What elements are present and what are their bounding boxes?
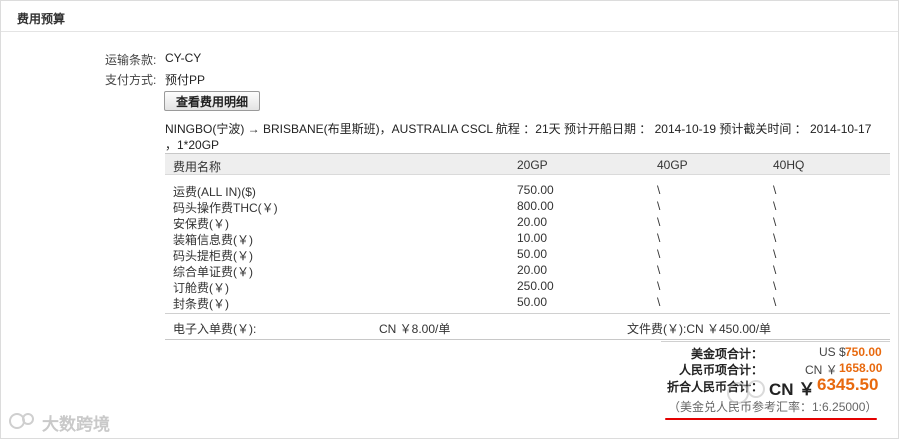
fee-20gp: 750.00 [517, 183, 554, 197]
totals-divider [661, 341, 890, 342]
view-fee-details-button[interactable]: 查看费用明细 [164, 91, 260, 111]
fee-40gp: \ [657, 279, 661, 293]
fee-40gp: \ [657, 247, 661, 261]
fee-40gp: \ [657, 199, 661, 213]
transport-terms-label: 运输条款: [105, 53, 157, 67]
payment-method-value: 预付PP [165, 73, 206, 87]
fee-budget-panel: 费用预算 运输条款: CY-CY 支付方式: 预付PP 查看费用明细 NINGB… [0, 0, 899, 439]
fee-table: 费用名称 20GP 40GP 40HQ 运费(ALL IN)($) 750.00… [165, 153, 890, 314]
fee-40hq: \ [773, 263, 777, 277]
fee-20gp: 20.00 [517, 215, 548, 229]
fee-20gp: 10.00 [517, 231, 548, 245]
header-40hq: 40HQ [773, 158, 805, 172]
header-fee-name: 费用名称 [173, 160, 222, 174]
panel-title: 费用预算 [17, 12, 66, 26]
red-highlight-underline [665, 418, 877, 420]
fee-40hq: \ [773, 215, 777, 229]
fee-40gp: \ [657, 183, 661, 197]
payment-method-label: 支付方式: [105, 73, 157, 87]
table-row: 码头提柜费(￥) 50.00 \ \ [165, 246, 890, 263]
fee-20gp: 50.00 [517, 247, 548, 261]
fee-40hq: \ [773, 231, 777, 245]
table-row: 封条费(￥) 50.00 \ \ [165, 294, 890, 311]
fee-40gp: \ [657, 295, 661, 309]
header-40gp: 40GP [657, 158, 688, 172]
table-row: 订舱费(￥) 250.00 \ \ [165, 278, 890, 295]
einput-fee-value: CN ￥8.00/单 [379, 322, 451, 336]
table-row: 安保费(￥) 20.00 \ \ [165, 214, 890, 231]
table-row: 装箱信息费(￥) 10.00 \ \ [165, 230, 890, 247]
fee-40hq: \ [773, 247, 777, 261]
fee-name: 封条费(￥) [173, 297, 229, 311]
header-20gp: 20GP [517, 158, 548, 172]
usd-total-label: 美金项合计： [691, 347, 764, 361]
fee-40gp: \ [657, 215, 661, 229]
transport-terms-value: CY-CY [165, 51, 202, 65]
extra-fees-row: 电子入单费(￥): CN ￥8.00/单 文件费(￥):CN ￥450.00/单 [165, 319, 890, 340]
watermark-logo-icon [9, 413, 34, 429]
fee-20gp: 20.00 [517, 263, 548, 277]
fee-40gp: \ [657, 231, 661, 245]
fee-20gp: 250.00 [517, 279, 554, 293]
einput-fee-label: 电子入单费(￥): [173, 322, 257, 336]
usd-total-currency: US $ [819, 345, 846, 359]
table-row: 运费(ALL IN)($) 750.00 \ \ [165, 182, 890, 199]
fee-20gp: 50.00 [517, 295, 548, 309]
watermark-text: 大数跨境 [42, 415, 110, 434]
watermark-center-logo-icon [727, 380, 765, 404]
fee-20gp: 800.00 [517, 199, 554, 213]
usd-total-value: 750.00 [845, 345, 882, 359]
fee-40hq: \ [773, 295, 777, 309]
fee-40gp: \ [657, 263, 661, 277]
cny-total-value: 1658.00 [839, 361, 883, 375]
fee-40hq: \ [773, 183, 777, 197]
table-row: 综合单证费(￥) 20.00 \ \ [165, 262, 890, 279]
route-summary: NINGBO(宁波) → BRISBANE(布里斯班)，AUSTRALIA CS… [165, 122, 872, 152]
fee-40hq: \ [773, 199, 777, 213]
table-row: 码头操作费THC(￥) 800.00 \ \ [165, 198, 890, 215]
fee-40hq: \ [773, 279, 777, 293]
fee-table-body: 运费(ALL IN)($) 750.00 \ \ 码头操作费THC(￥) 800… [165, 175, 890, 314]
combined-total-value: 6345.50 [817, 375, 879, 394]
document-fee: 文件费(￥):CN ￥450.00/单 [627, 322, 772, 336]
fee-table-header: 费用名称 20GP 40GP 40HQ [165, 154, 890, 175]
panel-header: 费用预算 [1, 1, 898, 32]
